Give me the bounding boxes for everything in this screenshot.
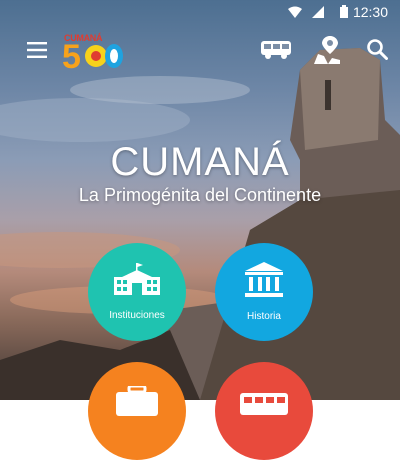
map-location-button[interactable] — [312, 35, 342, 69]
app-bar: 5 CUMANÁ — [0, 24, 400, 80]
menu-item-instituciones[interactable]: Instituciones — [88, 243, 186, 341]
status-bar: 12:30 — [0, 0, 400, 24]
app-logo: 5 CUMANÁ — [60, 28, 126, 76]
menu-icon — [27, 41, 47, 63]
suitcase-icon — [114, 384, 160, 421]
svg-text:5: 5 — [62, 38, 81, 74]
signal-icon — [312, 5, 324, 23]
page-title: CUMANÁ — [110, 140, 290, 184]
menu-button[interactable] — [20, 38, 54, 66]
search-button[interactable] — [362, 36, 392, 66]
menu-item-transporte[interactable] — [215, 362, 313, 460]
battery-icon — [340, 5, 348, 23]
building-icon — [112, 263, 162, 302]
page-subtitle: La Primogénita del Continente — [78, 185, 322, 205]
menu-item-turismo[interactable] — [88, 362, 186, 460]
menu-item-label: Instituciones — [109, 310, 165, 321]
bus-route-button[interactable] — [258, 38, 294, 66]
menu-item-label: Historia — [247, 311, 281, 322]
bus-icon — [260, 40, 292, 65]
bus-icon — [239, 392, 289, 421]
logo-text: CUMANÁ — [64, 33, 103, 43]
status-time: 12:30 — [352, 4, 388, 20]
menu-item-historia[interactable]: Historia — [215, 243, 313, 341]
map-pin-icon — [314, 35, 340, 69]
museum-icon — [244, 262, 284, 303]
wifi-icon — [288, 5, 302, 23]
search-icon — [366, 38, 388, 65]
